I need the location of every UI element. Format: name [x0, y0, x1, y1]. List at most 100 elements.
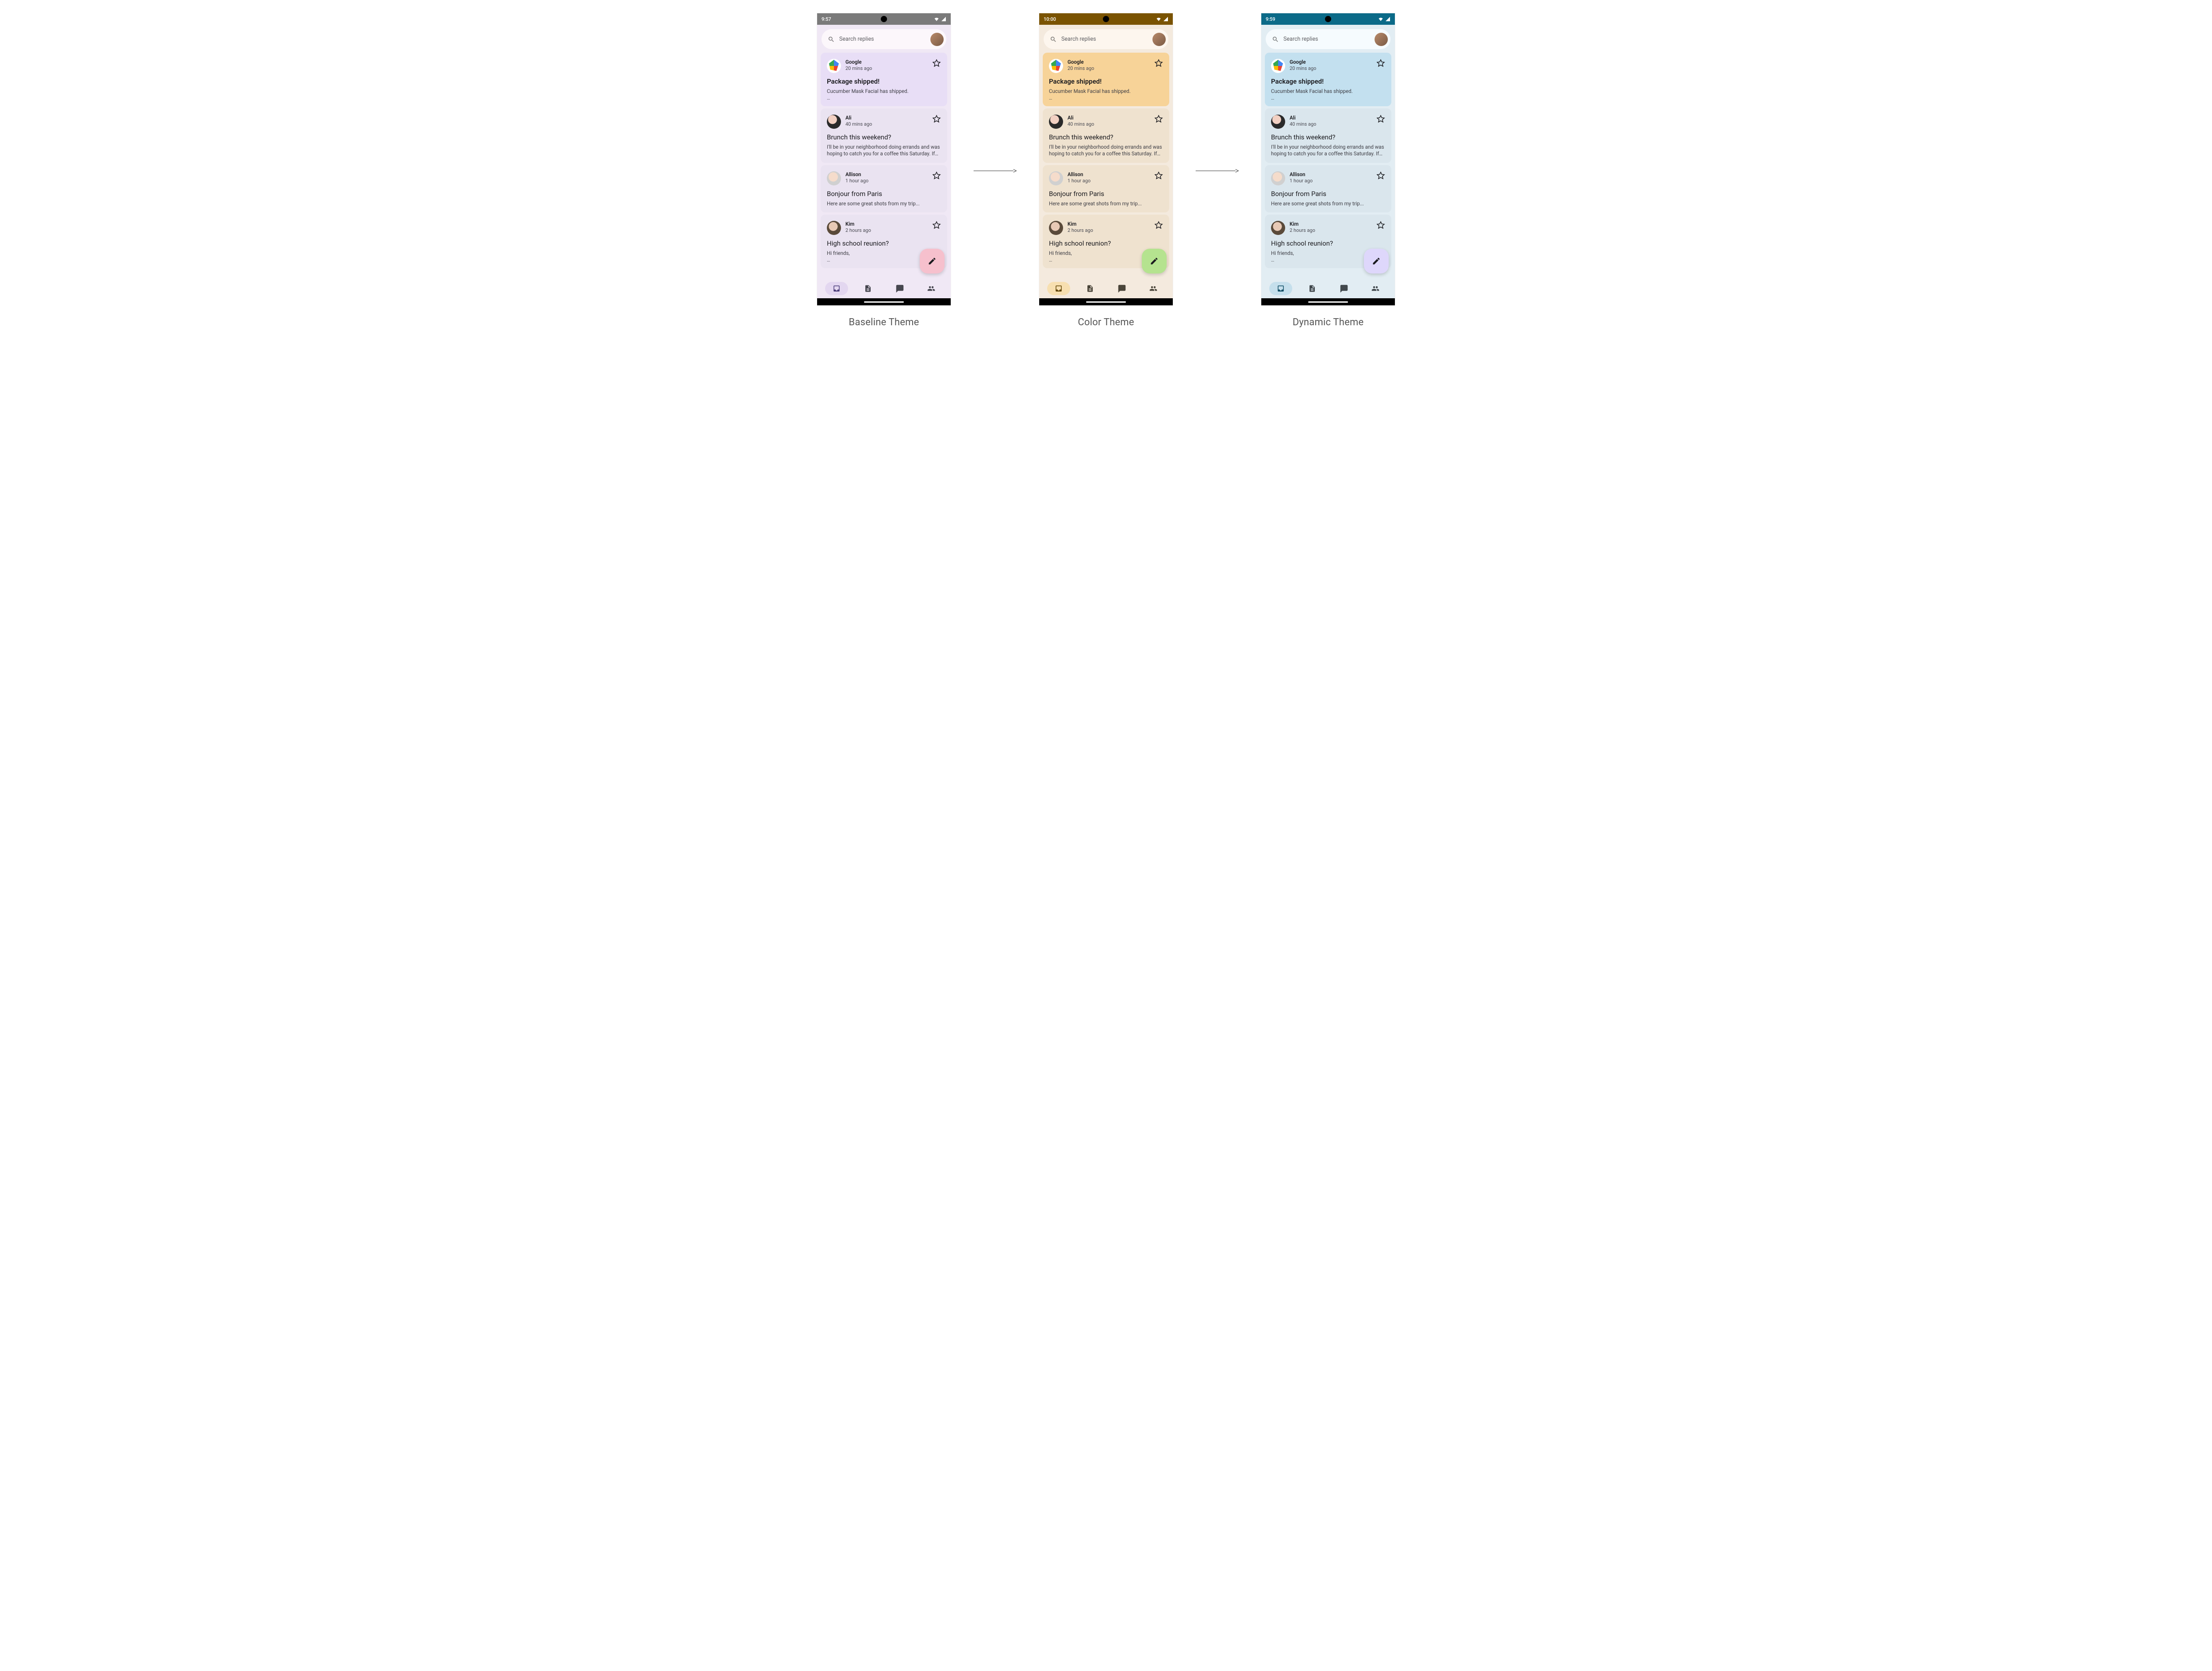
- wifi-icon: [1156, 16, 1161, 22]
- star-button[interactable]: [932, 115, 941, 123]
- sender-block: Ali40 mins ago: [1068, 115, 1150, 127]
- sender-avatar: [1271, 115, 1285, 129]
- gesture-bar: [817, 298, 951, 305]
- email-card[interactable]: Google20 mins agoPackage shipped!Cucumbe…: [821, 53, 947, 106]
- email-card[interactable]: Google20 mins agoPackage shipped!Cucumbe…: [1265, 53, 1391, 106]
- star-icon[interactable]: [932, 59, 941, 68]
- sender-name: Ali: [1290, 115, 1372, 121]
- star-icon[interactable]: [1376, 115, 1385, 123]
- status-icons: [1156, 16, 1168, 22]
- email-list[interactable]: Google20 mins agoPackage shipped!Cucumbe…: [1261, 53, 1395, 279]
- sender-time: 1 hour ago: [845, 178, 928, 184]
- search-wrap: Search replies: [1261, 25, 1395, 53]
- email-card[interactable]: Ali40 mins agoBrunch this weekend?I'll b…: [1265, 108, 1391, 163]
- nav-item-people[interactable]: [1142, 282, 1165, 295]
- gesture-bar: [1261, 298, 1395, 305]
- arrow-icon: [973, 168, 1017, 173]
- star-button[interactable]: [1154, 59, 1163, 68]
- compose-fab[interactable]: [1142, 249, 1167, 273]
- phone-frame: 9:57 Search replies Google20 mins agoPac…: [817, 13, 951, 305]
- sender-time: 2 hours ago: [845, 227, 928, 233]
- theme-showcase-row: 9:57 Search replies Google20 mins agoPac…: [27, 13, 2185, 328]
- nav-item-people[interactable]: [920, 282, 943, 295]
- bottom-nav: [1261, 279, 1395, 298]
- card-header: Google20 mins ago: [1049, 59, 1163, 73]
- email-subject: Bonjour from Paris: [1271, 190, 1385, 198]
- search-placeholder: Search replies: [1283, 36, 1370, 42]
- email-card[interactable]: Ali40 mins agoBrunch this weekend?I'll b…: [1043, 108, 1169, 163]
- nav-item-chat[interactable]: [1110, 282, 1133, 295]
- email-list[interactable]: Google20 mins agoPackage shipped!Cucumbe…: [817, 53, 951, 279]
- people-icon: [1371, 285, 1379, 293]
- email-subject: High school reunion?: [1271, 239, 1385, 247]
- email-card[interactable]: Allison1 hour agoBonjour from ParisHere …: [821, 165, 947, 213]
- search-bar[interactable]: Search replies: [1266, 29, 1390, 49]
- phone-frame: 10:00 Search replies Google20 mins agoPa…: [1039, 13, 1173, 305]
- phone-frame: 9:59 Search replies Google20 mins agoPac…: [1261, 13, 1395, 305]
- pencil-icon: [1372, 257, 1381, 266]
- star-button[interactable]: [932, 59, 941, 68]
- star-icon[interactable]: [1376, 59, 1385, 68]
- chat-icon: [1340, 285, 1348, 293]
- star-button[interactable]: [1376, 171, 1385, 180]
- sender-time: 20 mins ago: [1068, 65, 1150, 71]
- status-bar: 9:59: [1261, 13, 1395, 25]
- profile-avatar[interactable]: [930, 33, 944, 46]
- sender-name: Kim: [845, 221, 928, 227]
- sender-block: Ali40 mins ago: [845, 115, 928, 127]
- star-button[interactable]: [932, 171, 941, 180]
- signal-icon: [941, 16, 946, 22]
- email-card[interactable]: Allison1 hour agoBonjour from ParisHere …: [1265, 165, 1391, 213]
- sender-time: 40 mins ago: [1068, 121, 1150, 127]
- sender-avatar: [1049, 59, 1063, 73]
- star-icon[interactable]: [932, 221, 941, 230]
- star-button[interactable]: [1376, 221, 1385, 230]
- star-button[interactable]: [1154, 115, 1163, 123]
- sender-name: Google: [1290, 59, 1372, 65]
- search-bar[interactable]: Search replies: [1044, 29, 1168, 49]
- nav-item-chat[interactable]: [1333, 282, 1356, 295]
- star-icon[interactable]: [932, 171, 941, 180]
- star-button[interactable]: [1154, 221, 1163, 230]
- nav-item-inbox[interactable]: [1047, 282, 1070, 295]
- nav-item-articles[interactable]: [1079, 282, 1102, 295]
- star-button[interactable]: [1376, 115, 1385, 123]
- email-card[interactable]: Ali40 mins agoBrunch this weekend?I'll b…: [821, 108, 947, 163]
- nav-item-inbox[interactable]: [825, 282, 848, 295]
- nav-item-people[interactable]: [1364, 282, 1387, 295]
- status-time: 9:59: [1266, 16, 1275, 22]
- sender-avatar: [1049, 115, 1063, 129]
- star-icon[interactable]: [1376, 171, 1385, 180]
- articles-icon: [864, 285, 872, 293]
- search-bar[interactable]: Search replies: [822, 29, 946, 49]
- nav-item-articles[interactable]: [1301, 282, 1324, 295]
- profile-avatar[interactable]: [1152, 33, 1166, 46]
- profile-avatar[interactable]: [1375, 33, 1388, 46]
- status-bar: 9:57: [817, 13, 951, 25]
- sender-avatar: [827, 115, 841, 129]
- compose-fab[interactable]: [920, 249, 945, 273]
- star-button[interactable]: [1376, 59, 1385, 68]
- email-card[interactable]: Google20 mins agoPackage shipped!Cucumbe…: [1043, 53, 1169, 106]
- star-icon[interactable]: [1154, 171, 1163, 180]
- email-card[interactable]: Allison1 hour agoBonjour from ParisHere …: [1043, 165, 1169, 213]
- star-icon[interactable]: [1376, 221, 1385, 230]
- star-icon[interactable]: [1154, 115, 1163, 123]
- nav-item-inbox[interactable]: [1269, 282, 1292, 295]
- nav-item-articles[interactable]: [856, 282, 879, 295]
- search-icon: [1272, 36, 1279, 43]
- search-wrap: Search replies: [817, 25, 951, 53]
- star-icon[interactable]: [1154, 221, 1163, 230]
- compose-fab[interactable]: [1364, 249, 1389, 273]
- nav-item-chat[interactable]: [888, 282, 911, 295]
- email-list[interactable]: Google20 mins agoPackage shipped!Cucumbe…: [1039, 53, 1173, 279]
- star-icon[interactable]: [1154, 59, 1163, 68]
- star-button[interactable]: [1154, 171, 1163, 180]
- sender-time: 40 mins ago: [845, 121, 928, 127]
- star-button[interactable]: [932, 221, 941, 230]
- email-subject: Brunch this weekend?: [1049, 133, 1163, 141]
- caption: Color Theme: [1078, 317, 1134, 328]
- sender-time: 2 hours ago: [1068, 227, 1150, 233]
- star-icon[interactable]: [932, 115, 941, 123]
- email-subject: Package shipped!: [1049, 77, 1163, 85]
